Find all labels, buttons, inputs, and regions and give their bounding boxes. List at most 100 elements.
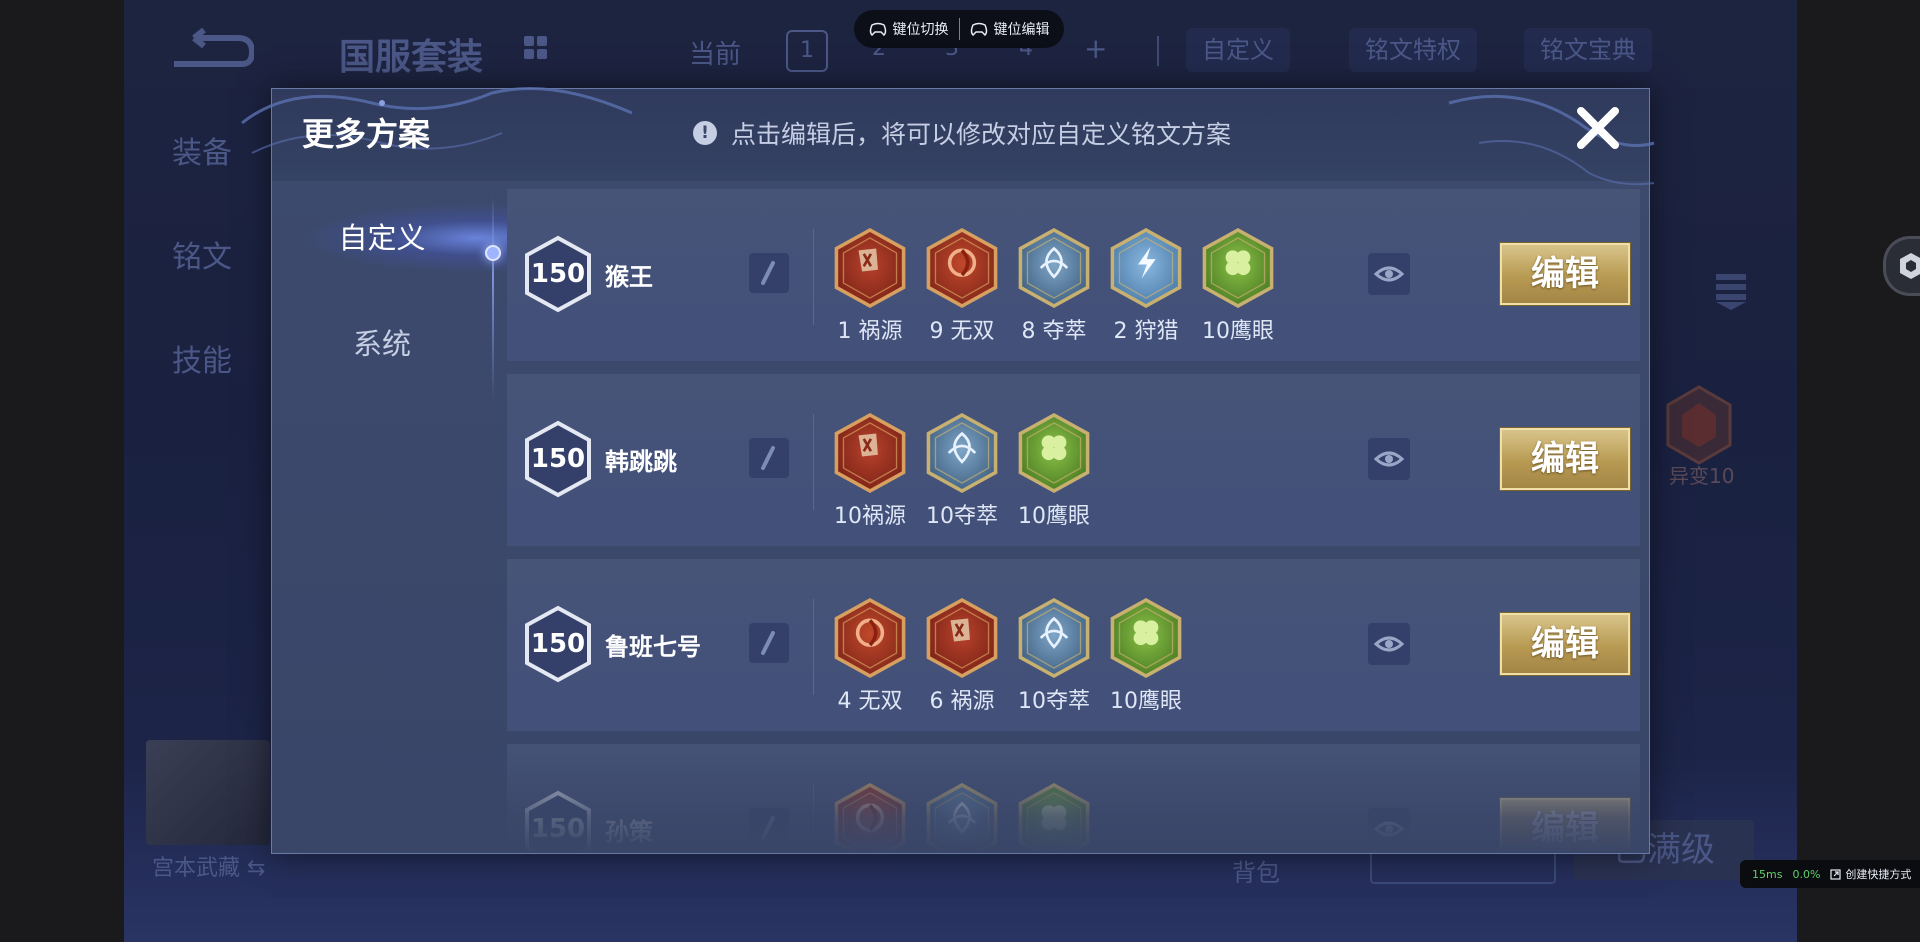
- preview-button[interactable]: [1368, 623, 1410, 665]
- tab-custom[interactable]: 自定义: [272, 203, 492, 273]
- level-number: 150: [530, 629, 586, 659]
- rune-red-card-icon: [834, 227, 906, 309]
- close-icon[interactable]: [1571, 101, 1625, 155]
- rune-label: 10鹰眼: [1202, 319, 1274, 344]
- rune-slot: 10鹰眼: [1195, 227, 1281, 347]
- plan-row: 150 韩跳跳 10祸源 10夺萃 10鹰眼 编辑: [507, 374, 1640, 546]
- bg-side-skills: 技能: [172, 344, 232, 379]
- variant-rune-icon: [1666, 385, 1732, 465]
- active-tab-indicator: [485, 245, 501, 261]
- stack-icon: [1716, 274, 1746, 310]
- preview-button[interactable]: [1368, 808, 1410, 850]
- rune-green-clover-icon: [1018, 412, 1090, 494]
- shortcut-icon: [1830, 868, 1842, 880]
- bg-tab-privilege: 铭文特权: [1349, 28, 1477, 72]
- bg-side-runes: 铭文: [172, 240, 232, 275]
- pen-icon: [761, 446, 775, 470]
- rune-red-card-icon: [926, 597, 998, 679]
- tab-divider: [492, 195, 494, 401]
- preview-button[interactable]: [1368, 253, 1410, 295]
- rune-label: 10祸源: [834, 504, 906, 529]
- gear-icon: [1900, 253, 1920, 279]
- hero-name: 鲁班七号: [605, 633, 701, 661]
- edit-button[interactable]: 编辑: [1500, 613, 1630, 675]
- rune-blue-knot-icon: [926, 782, 998, 853]
- level-badge: 150: [523, 235, 593, 313]
- bg-hero-name: 宫本武藏 ⇆: [152, 856, 266, 881]
- rune-blue-knot-icon: [1018, 597, 1090, 679]
- keymap-edit-label: 键位编辑: [993, 22, 1050, 38]
- rune-slot: 6 祸源: [919, 597, 1005, 717]
- bg-tab-custom: 自定义: [1186, 28, 1290, 72]
- shortcut-button[interactable]: 创建快捷方式: [1830, 866, 1911, 882]
- rune-slot: 10夺萃: [1011, 597, 1097, 717]
- plan-row: 150 猴王 1 祸源 9 无双 8 夺萃 2 狩猎 10鹰眼 编辑: [507, 189, 1640, 361]
- grid-icon: [524, 36, 548, 60]
- back-arrow-icon: [174, 28, 254, 67]
- rune-red-card-icon: [834, 412, 906, 494]
- rename-button[interactable]: [749, 253, 789, 293]
- rune-slot: 8 夺萃: [1011, 227, 1097, 347]
- row-divider: [813, 414, 814, 510]
- shortcut-label: 创建快捷方式: [1845, 868, 1912, 881]
- level-badge: 150: [523, 605, 593, 683]
- rename-button[interactable]: [749, 438, 789, 478]
- keymap-switch-button[interactable]: 键位切换: [869, 19, 949, 39]
- gamepad-icon: [970, 22, 987, 36]
- pen-icon: [761, 816, 775, 840]
- rune-slot: [1011, 782, 1097, 853]
- rune-slot: [919, 782, 1005, 853]
- keymap-edit-button[interactable]: 键位编辑: [970, 19, 1050, 39]
- dialog-hint-text: 点击编辑后，将可以修改对应自定义铭文方案: [731, 120, 1232, 149]
- hero-name: 猴王: [605, 263, 653, 291]
- rune-slot: 9 无双: [919, 227, 1005, 347]
- gamepad-icon: [869, 22, 886, 36]
- plan-row: 150 鲁班七号 4 无双 6 祸源 10夺萃 10鹰眼 编辑: [507, 559, 1640, 731]
- dialog-hint: ! 点击编辑后，将可以修改对应自定义铭文方案: [693, 115, 1231, 151]
- preview-button[interactable]: [1368, 438, 1410, 480]
- rune-red-swirl-icon: [926, 227, 998, 309]
- level-number: 150: [530, 259, 586, 289]
- cloud-ornament-icon: [1448, 94, 1655, 186]
- rename-button[interactable]: [749, 808, 789, 848]
- rune-blue-bolt-icon: [1110, 227, 1182, 309]
- hero-name: 孙策: [605, 818, 653, 846]
- rename-button[interactable]: [749, 623, 789, 663]
- eye-icon: [1373, 266, 1405, 282]
- rune-blue-knot-icon: [1018, 227, 1090, 309]
- bg-add-page: +: [1084, 32, 1108, 65]
- rune-green-clover-icon: [1110, 597, 1182, 679]
- info-icon: !: [693, 121, 717, 145]
- eye-icon: [1373, 821, 1405, 837]
- rune-label: 1 祸源: [837, 319, 903, 344]
- edit-button[interactable]: 编辑: [1500, 428, 1630, 490]
- loss-value: 0.0%: [1792, 867, 1821, 881]
- floating-assist-button[interactable]: [1883, 236, 1920, 296]
- rune-slot: [827, 782, 913, 853]
- rune-label: 10鹰眼: [1018, 504, 1090, 529]
- bg-page-1: 1: [786, 30, 828, 72]
- rune-label: 10夺萃: [1018, 689, 1090, 714]
- keymap-divider: [958, 18, 960, 40]
- row-divider: [813, 229, 814, 325]
- rune-label: 9 无双: [929, 319, 995, 344]
- level-number: 150: [530, 814, 586, 844]
- pen-icon: [761, 631, 775, 655]
- rune-red-swirl-icon: [834, 597, 906, 679]
- bg-page-title: 国服套装: [339, 37, 484, 78]
- rune-slot: 1 祸源: [827, 227, 913, 347]
- edit-button[interactable]: 编辑: [1500, 243, 1630, 305]
- cloud-ornament-icon: [241, 87, 633, 154]
- plan-row: 150 孙策 编辑: [507, 744, 1640, 853]
- tab-system[interactable]: 系统: [272, 309, 492, 379]
- rune-slot: 2 狩猎: [1103, 227, 1189, 347]
- rune-label: 4 无双: [837, 689, 903, 714]
- rune-green-clover-icon: [1202, 227, 1274, 309]
- rune-green-clover-icon: [1018, 782, 1090, 853]
- bg-variant-label: 异变10: [1669, 464, 1735, 488]
- eye-icon: [1373, 451, 1405, 467]
- bg-tab-codex: 铭文宝典: [1524, 28, 1652, 72]
- edit-button[interactable]: 编辑: [1500, 798, 1630, 853]
- dialog-header: 更多方案 ! 点击编辑后，将可以修改对应自定义铭文方案: [241, 87, 1655, 186]
- rune-label: 2 狩猎: [1113, 319, 1179, 344]
